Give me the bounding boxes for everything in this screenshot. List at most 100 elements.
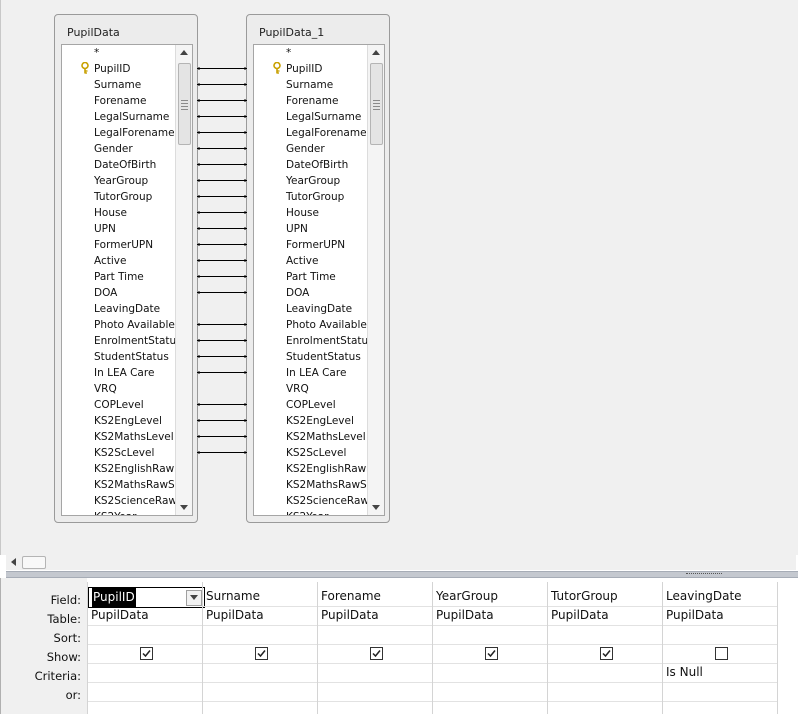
field-item[interactable]: Surname bbox=[62, 77, 176, 93]
grid-column[interactable]: Surname PupilData bbox=[202, 582, 318, 714]
grid-column[interactable]: YearGroup PupilData bbox=[432, 582, 548, 714]
field-list[interactable]: * PupilID Surname Forename LegalSurname Legal… bbox=[253, 44, 385, 516]
field-item[interactable]: PupilID bbox=[254, 61, 368, 77]
field-item[interactable]: * bbox=[62, 45, 176, 61]
field-item[interactable]: UPN bbox=[62, 221, 176, 237]
field-item[interactable]: DOA bbox=[254, 285, 368, 301]
field-item[interactable]: Gender bbox=[62, 141, 176, 157]
grid-cell-table[interactable]: PupilData bbox=[203, 606, 318, 626]
field-list-scrollbar[interactable] bbox=[175, 45, 192, 515]
table-title[interactable]: PupilData bbox=[67, 26, 120, 39]
grid-cell-or[interactable] bbox=[663, 682, 778, 702]
grid-cell-table[interactable]: PupilData bbox=[548, 606, 663, 626]
field-item[interactable]: In LEA Care bbox=[62, 365, 176, 381]
grid-cell-show[interactable] bbox=[88, 644, 203, 664]
field-item[interactable]: DateOfBirth bbox=[254, 157, 368, 173]
grid-cell-criteria[interactable] bbox=[88, 663, 203, 683]
grid-cell-criteria[interactable] bbox=[203, 663, 318, 683]
field-item[interactable]: * bbox=[254, 45, 368, 61]
field-item[interactable]: Photo Available bbox=[62, 317, 176, 333]
grid-column[interactable]: TutorGroup PupilData bbox=[547, 582, 663, 714]
scroll-up-button[interactable] bbox=[176, 45, 192, 61]
table-title[interactable]: PupilData_1 bbox=[259, 26, 324, 39]
field-item[interactable]: LegalSurname bbox=[62, 109, 176, 125]
grid-cell-table[interactable]: PupilData bbox=[433, 606, 548, 626]
grid-cell-show[interactable] bbox=[203, 644, 318, 664]
field-item[interactable]: KS2EngLevel bbox=[62, 413, 176, 429]
grid-column-empty[interactable] bbox=[777, 582, 798, 714]
grid-cell-sort[interactable] bbox=[203, 625, 318, 645]
field-item[interactable]: YearGroup bbox=[254, 173, 368, 189]
table-box-pupildata-1[interactable]: PupilData_1 * PupilID Surname Forename Legal… bbox=[246, 14, 390, 523]
table-box-pupildata[interactable]: PupilData * PupilID Surname Forename LegalSu… bbox=[54, 14, 198, 523]
show-checkbox[interactable] bbox=[715, 647, 728, 660]
scroll-thumb[interactable] bbox=[178, 63, 191, 145]
field-item[interactable]: FormerUPN bbox=[254, 237, 368, 253]
field-item[interactable]: COPLevel bbox=[62, 397, 176, 413]
design-horizontal-scrollbar[interactable] bbox=[6, 555, 796, 570]
field-dropdown-button[interactable] bbox=[186, 590, 202, 606]
grid-cell-table[interactable]: PupilData bbox=[88, 606, 203, 626]
field-list-scrollbar[interactable] bbox=[367, 45, 384, 515]
horizontal-scroll-thumb[interactable] bbox=[22, 556, 46, 569]
field-item[interactable]: StudentStatus bbox=[254, 349, 368, 365]
field-item[interactable]: Forename bbox=[254, 93, 368, 109]
grid-cell-criteria[interactable] bbox=[548, 663, 663, 683]
field-item[interactable]: In LEA Care bbox=[254, 365, 368, 381]
grid-cell-show[interactable] bbox=[318, 644, 433, 664]
show-checkbox[interactable] bbox=[600, 647, 613, 660]
grid-cell-or[interactable] bbox=[433, 682, 548, 702]
grid-cell-sort[interactable] bbox=[433, 625, 548, 645]
field-item[interactable]: Gender bbox=[254, 141, 368, 157]
field-item[interactable]: KS2ScLevel bbox=[62, 445, 176, 461]
query-grid[interactable]: Field: Table: Sort: Show: Criteria: or: … bbox=[0, 578, 798, 714]
field-item[interactable]: KS2ScienceRawScore bbox=[254, 493, 368, 509]
field-item[interactable]: PupilID bbox=[62, 61, 176, 77]
scroll-thumb[interactable] bbox=[370, 63, 383, 145]
grid-cell-field[interactable]: YearGroup bbox=[433, 587, 548, 607]
show-checkbox[interactable] bbox=[140, 647, 153, 660]
grid-column[interactable]: LeavingDate PupilData Is Null bbox=[662, 582, 778, 714]
show-checkbox[interactable] bbox=[485, 647, 498, 660]
grid-cell-table[interactable]: PupilData bbox=[663, 606, 778, 626]
field-item[interactable]: LeavingDate bbox=[62, 301, 176, 317]
pane-splitter[interactable] bbox=[6, 571, 798, 578]
field-item[interactable]: LegalForename bbox=[254, 125, 368, 141]
scroll-up-button[interactable] bbox=[368, 45, 384, 61]
grid-cell-or[interactable] bbox=[318, 682, 433, 702]
field-item[interactable]: VRQ bbox=[62, 381, 176, 397]
grid-cell-field[interactable]: Forename bbox=[318, 587, 433, 607]
grid-cell-criteria[interactable] bbox=[318, 663, 433, 683]
grid-cell-or[interactable] bbox=[548, 682, 663, 702]
grid-cell-field[interactable]: TutorGroup bbox=[548, 587, 663, 607]
grid-cell-sort[interactable] bbox=[88, 625, 203, 645]
field-item[interactable]: House bbox=[62, 205, 176, 221]
field-list[interactable]: * PupilID Surname Forename LegalSurname Legal… bbox=[61, 44, 193, 516]
scroll-down-button[interactable] bbox=[176, 499, 192, 515]
grid-cell-show[interactable] bbox=[548, 644, 663, 664]
grid-column[interactable]: PupilID PupilData bbox=[87, 582, 205, 714]
grid-cell-table[interactable]: PupilData bbox=[318, 606, 433, 626]
field-item[interactable]: Active bbox=[62, 253, 176, 269]
field-item[interactable]: TutorGroup bbox=[62, 189, 176, 205]
query-design-pane[interactable]: PupilData * PupilID Surname Forename LegalSu… bbox=[0, 0, 798, 555]
grid-cell-criteria[interactable]: Is Null bbox=[663, 663, 778, 683]
field-item[interactable]: KS2MathsRawScore bbox=[254, 477, 368, 493]
scroll-down-button[interactable] bbox=[368, 499, 384, 515]
field-item[interactable]: TutorGroup bbox=[254, 189, 368, 205]
field-item[interactable]: Active bbox=[254, 253, 368, 269]
show-checkbox[interactable] bbox=[255, 647, 268, 660]
field-item[interactable]: KS2ScienceRawScore bbox=[62, 493, 176, 509]
grid-cell-show[interactable] bbox=[663, 644, 778, 664]
field-item[interactable]: Surname bbox=[254, 77, 368, 93]
field-item[interactable]: LegalSurname bbox=[254, 109, 368, 125]
grid-cell-or[interactable] bbox=[88, 682, 203, 702]
field-item[interactable]: KS2MathsRawScore bbox=[62, 477, 176, 493]
grid-cell-sort[interactable] bbox=[548, 625, 663, 645]
field-item[interactable]: KS2MathsLevel bbox=[62, 429, 176, 445]
field-item[interactable]: StudentStatus bbox=[62, 349, 176, 365]
field-item[interactable]: KS2MathsLevel bbox=[254, 429, 368, 445]
field-item[interactable]: EnrolmentStatus bbox=[62, 333, 176, 349]
field-item[interactable]: Forename bbox=[62, 93, 176, 109]
grid-cell-sort[interactable] bbox=[663, 625, 778, 645]
